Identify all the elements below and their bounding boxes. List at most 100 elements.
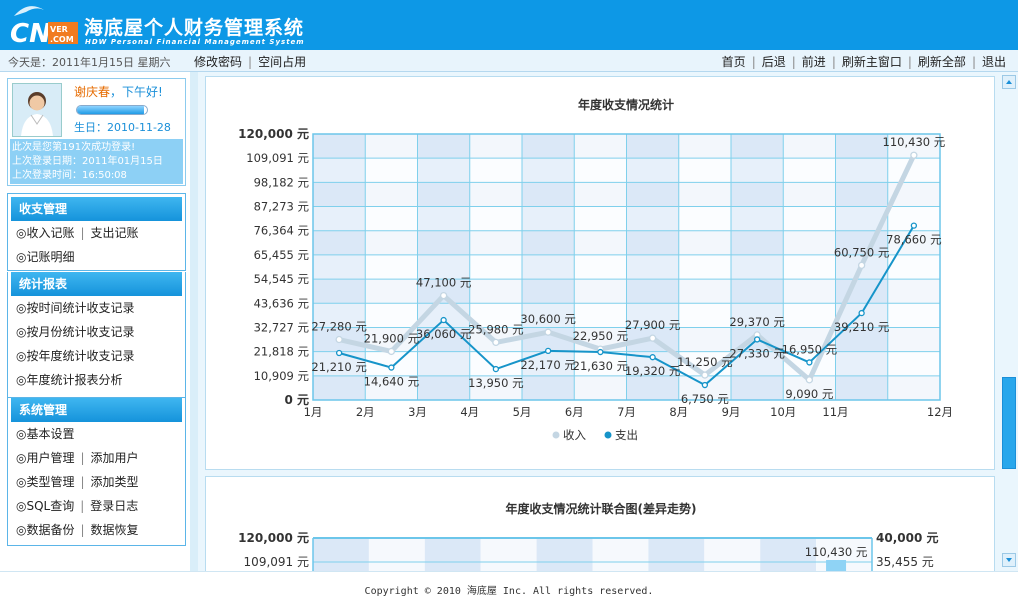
y-tick-label: 65,455 元	[254, 248, 310, 262]
user-management-link[interactable]: 用户管理	[26, 451, 74, 465]
data-backup-link[interactable]: 数据备份	[26, 523, 74, 537]
stats-by-year-link[interactable]: 按年度统计收支记录	[26, 349, 134, 363]
x-tick-label: 10月	[770, 405, 796, 419]
grid-cell	[522, 134, 575, 159]
add-user-link[interactable]: 添加用户	[91, 451, 139, 465]
logout-link[interactable]: 退出	[982, 55, 1006, 69]
vertical-scrollbar[interactable]	[1000, 72, 1018, 571]
data-label: 29,370 元	[729, 315, 785, 329]
x-tick-label: 3月	[408, 405, 427, 419]
grid-cell	[365, 206, 418, 231]
menu-title: 收支管理	[11, 197, 182, 221]
y-tick-label: 76,364 元	[254, 224, 310, 238]
y-tick-label: 109,091 元	[246, 151, 309, 165]
data-point	[597, 348, 604, 356]
grid-cell	[835, 351, 888, 376]
grid-cell	[835, 158, 888, 183]
data-point	[648, 334, 657, 342]
grid-cell	[678, 279, 731, 304]
grid-cell	[678, 303, 731, 328]
grid-cell	[313, 538, 369, 578]
scroll-down-button[interactable]	[1002, 553, 1016, 567]
grid-cell	[368, 538, 425, 578]
grid-cell	[313, 182, 366, 207]
data-point	[387, 347, 396, 356]
grid-cell	[469, 134, 522, 159]
grid-cell	[522, 230, 575, 255]
grid-cell	[731, 230, 784, 255]
grid-cell	[417, 206, 470, 231]
greeting-text: ，下午好!	[110, 85, 163, 99]
change-password-link[interactable]: 修改密码	[194, 55, 242, 69]
x-tick-label: 5月	[513, 405, 532, 419]
grid-cell	[365, 254, 418, 280]
grid-cell	[424, 538, 481, 578]
data-label: 47,100 元	[416, 276, 472, 290]
data-label: 27,900 元	[625, 318, 681, 332]
grid-cell	[469, 206, 522, 231]
avatar	[12, 83, 62, 137]
data-point	[544, 328, 552, 336]
stats-by-time-link[interactable]: 按时间统计收支记录	[26, 301, 134, 315]
grid-cell	[626, 206, 679, 231]
back-link[interactable]: 后退	[762, 55, 786, 69]
space-usage-link[interactable]: 空间占用	[258, 55, 306, 69]
x-tick-label: 2月	[356, 405, 375, 419]
home-link[interactable]: 首页	[722, 55, 746, 69]
grid-cell	[887, 351, 940, 376]
expense-entry-link[interactable]: 支出记账	[91, 226, 139, 240]
grid-cell	[574, 279, 627, 304]
annual-report-link[interactable]: 年度统计报表分析	[26, 373, 122, 387]
grid-cell	[313, 279, 366, 304]
grid-cell	[313, 206, 366, 231]
grid-cell	[887, 327, 940, 352]
grid-cell	[417, 230, 470, 255]
menu-row: ◎基本设置	[16, 427, 75, 441]
scroll-thumb[interactable]	[1002, 377, 1016, 469]
grid-cell	[469, 279, 522, 304]
menu-income-expense: 收支管理 ◎收入记账 | 支出记账 ◎记账明细	[7, 193, 186, 271]
x-tick-label: 4月	[460, 405, 479, 419]
y-tick-label: 98,182 元	[254, 175, 310, 189]
grid-cell	[731, 182, 784, 207]
last-login-date: 上次登录日期：2011年01月15日	[12, 156, 163, 167]
sql-query-link[interactable]: SQL查询	[26, 499, 74, 513]
menu-row: ◎按月份统计收支记录	[16, 325, 135, 339]
data-label: 19,320 元	[625, 364, 681, 378]
data-label: 11,250 元	[677, 355, 733, 369]
data-label: 13,950 元	[468, 376, 524, 390]
grid-cell	[648, 538, 705, 578]
app-header: CN VER .COM 海底屋个人财务管理系统 HDW Personal Fin…	[0, 0, 1018, 50]
login-info: 此次是您第191次成功登录! 上次登录日期：2011年01月15日 上次登录时间…	[10, 139, 183, 184]
type-management-link[interactable]: 类型管理	[26, 475, 74, 489]
data-label: 21,900 元	[364, 331, 420, 345]
x-tick-label: 12月	[927, 405, 953, 419]
y-tick-label: 54,545 元	[254, 272, 310, 286]
data-point	[753, 336, 761, 343]
grid-cell	[731, 254, 784, 280]
login-log-link[interactable]: 登录日志	[90, 499, 138, 513]
x-tick-label: 7月	[617, 405, 636, 419]
grid-cell	[522, 182, 575, 207]
grid-cell	[574, 134, 627, 159]
ledger-detail-link[interactable]: 记账明细	[26, 250, 74, 264]
y-tick-label: 43,636 元	[254, 296, 310, 310]
refresh-all-link[interactable]: 刷新全部	[918, 55, 966, 69]
data-restore-link[interactable]: 数据恢复	[91, 523, 139, 537]
frame-divider[interactable]	[190, 72, 198, 571]
basic-settings-link[interactable]: 基本设置	[26, 427, 74, 441]
grid-cell	[626, 279, 679, 304]
grid-cell	[731, 134, 784, 159]
income-entry-link[interactable]: 收入记账	[26, 226, 74, 240]
data-label: 30,600 元	[520, 312, 576, 326]
grid-cell	[469, 182, 522, 207]
stats-by-month-link[interactable]: 按月份统计收支记录	[26, 325, 134, 339]
grid-cell	[574, 303, 627, 328]
app-subtitle: HDW Personal Financial Management System	[85, 38, 305, 46]
refresh-main-link[interactable]: 刷新主窗口	[842, 55, 902, 69]
scroll-up-button[interactable]	[1002, 75, 1016, 89]
grid-cell	[783, 158, 836, 183]
forward-link[interactable]: 前进	[802, 55, 826, 69]
grid-cell	[365, 279, 418, 304]
add-type-link[interactable]: 添加类型	[91, 475, 139, 489]
